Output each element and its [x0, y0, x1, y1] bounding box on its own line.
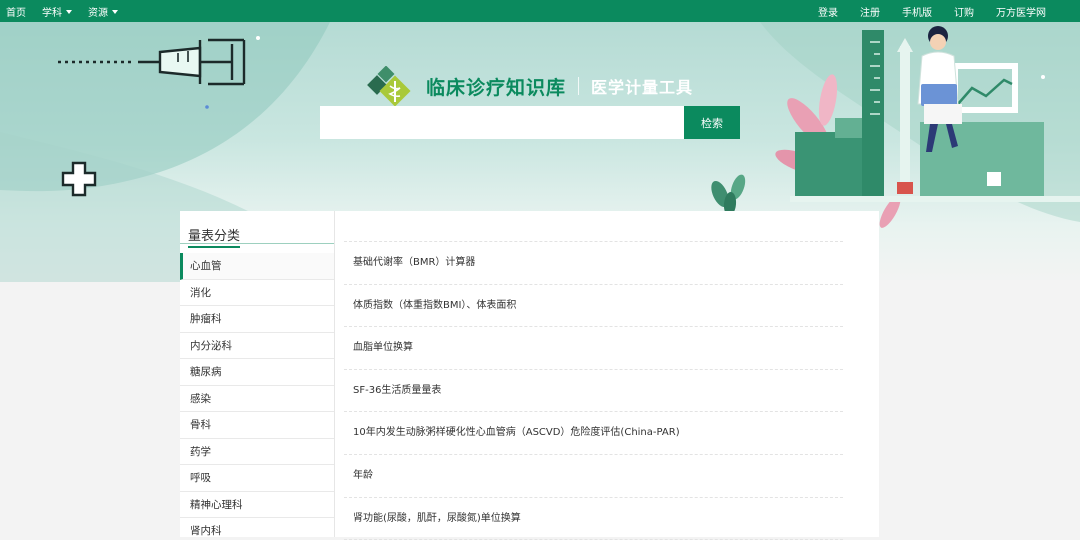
chevron-down-icon	[112, 9, 118, 14]
sparkle-icon	[256, 36, 260, 40]
nav-item-label: 资源	[88, 7, 108, 19]
sidebar-category-item[interactable]: 呼吸	[180, 465, 334, 492]
category-sidebar: 量表分类 心血管 消化 肿瘤科 内分泌科 糖尿病 感染 骨科 药学 呼吸 精神心理科 肾内科	[180, 211, 335, 537]
sparkle-icon	[205, 105, 209, 109]
sidebar-category-item[interactable]: 糖尿病	[180, 359, 334, 386]
scale-list-item[interactable]: 10年内发生动脉粥样硬化性心血管病（ASCVD）危险度评估(China-PAR)	[344, 412, 843, 455]
nav-item-label: 学科	[42, 7, 62, 19]
scale-list-item[interactable]: 基础代谢率（BMR）计算器	[344, 242, 843, 285]
search-input[interactable]	[320, 106, 684, 139]
chevron-down-icon	[66, 9, 72, 14]
scale-list-item[interactable]: SF-36生活质量量表	[344, 370, 843, 413]
sparkle-icon	[1041, 75, 1045, 79]
sidebar-category-item[interactable]: 心血管	[180, 253, 334, 280]
logo-subtitle: 医学计量工具	[591, 78, 694, 97]
logo-divider	[578, 77, 580, 95]
scale-list: 基础代谢率（BMR）计算器 体质指数（体重指数BMI）、体表面积 血脂单位换算 SF-…	[344, 241, 843, 540]
scale-list-item[interactable]: 年龄	[344, 455, 843, 498]
nav-item-right[interactable]: 订购	[954, 4, 974, 19]
top-nav-right: 登录 注册 手机版 订购 万方医学网	[818, 0, 1046, 22]
scale-list-item[interactable]: 肾功能(尿酸，肌酐，尿酸氮)单位换算	[344, 498, 843, 540]
nav-item-label: 首页	[6, 7, 26, 19]
scale-list-item[interactable]: 体质指数（体重指数BMI）、体表面积	[344, 285, 843, 328]
site-logo[interactable]: 临床诊疗知识库 医学计量工具	[366, 66, 693, 106]
sidebar-category-item[interactable]: 肾内科	[180, 518, 334, 537]
nav-item-left[interactable]: 资源	[88, 4, 118, 19]
top-nav-left: 首页 学科 资源	[6, 0, 118, 22]
sidebar-heading-divider	[180, 243, 334, 244]
scale-list-item[interactable]: 血脂单位换算	[344, 327, 843, 370]
leaf-plant-icon	[711, 174, 746, 216]
top-nav-bar: 首页 学科 资源 登录 注册 手机版 订购 万方医学网	[0, 0, 1080, 22]
logo-mark-icon	[367, 66, 411, 106]
sidebar-category-item[interactable]: 精神心理科	[180, 492, 334, 518]
nav-item-left[interactable]: 首页	[6, 4, 26, 19]
content-panel: 量表分类 心血管 消化 肿瘤科 内分泌科 糖尿病 感染 骨科 药学 呼吸 精神心理科 肾内科 基础代…	[180, 211, 879, 540]
nav-item-right[interactable]: 登录	[818, 4, 838, 19]
sidebar-category-item[interactable]: 肿瘤科	[180, 306, 334, 333]
sidebar-heading: 量表分类	[188, 225, 241, 248]
logo-title: 临床诊疗知识库	[426, 76, 567, 99]
sidebar-category-item[interactable]: 感染	[180, 386, 334, 412]
search-button[interactable]: 检索	[684, 106, 740, 139]
nav-item-right[interactable]: 注册	[860, 4, 880, 19]
sidebar-category-item[interactable]: 消化	[180, 280, 334, 306]
nav-item-left[interactable]: 学科	[42, 4, 72, 19]
category-list: 心血管 消化 肿瘤科 内分泌科 糖尿病 感染 骨科 药学 呼吸 精神心理科 肾内科	[180, 253, 334, 537]
nav-item-right[interactable]: 手机版	[902, 4, 932, 19]
sidebar-category-item[interactable]: 骨科	[180, 412, 334, 439]
sidebar-category-item[interactable]: 药学	[180, 439, 334, 465]
sidebar-category-item[interactable]: 内分泌科	[180, 333, 334, 359]
nav-item-right[interactable]: 万方医学网	[996, 4, 1046, 19]
search-bar: 检索	[320, 106, 740, 139]
